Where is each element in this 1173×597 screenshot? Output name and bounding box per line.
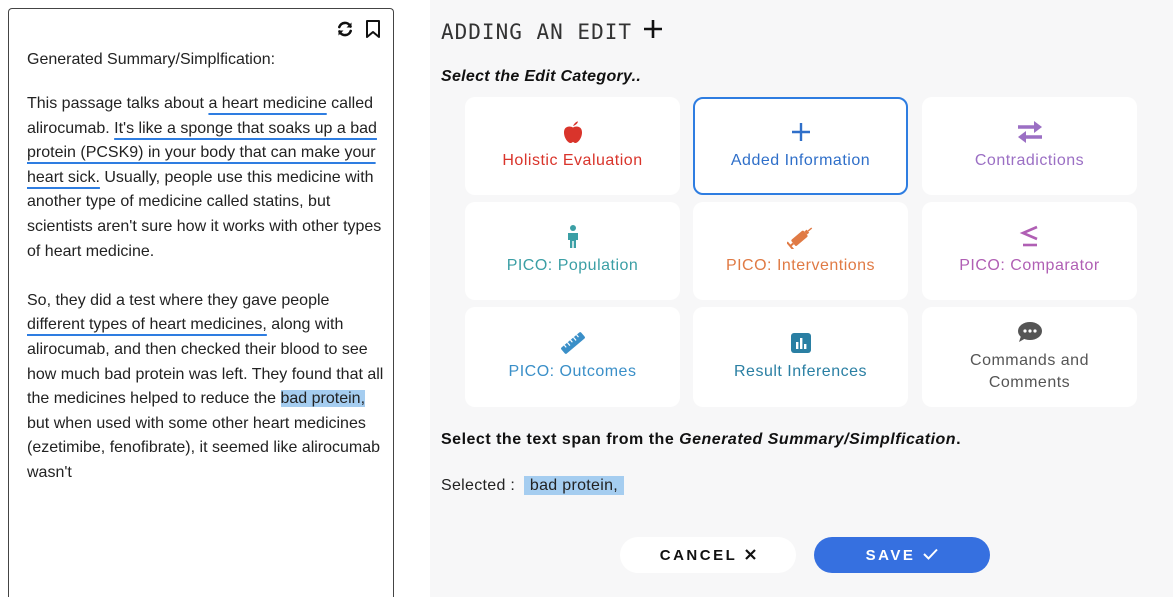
summary-paragraph[interactable]: This passage talks about a heart medicin…: [27, 92, 385, 264]
category-pico-outcomes[interactable]: PICO: Outcomes: [465, 307, 680, 407]
title-text: ADDING AN EDIT: [441, 19, 633, 44]
plus-icon: [642, 18, 664, 45]
category-label: Commands and Comments: [970, 352, 1089, 391]
category-pico-population[interactable]: PICO: Population: [465, 202, 680, 300]
less-equal-icon: [1019, 225, 1041, 249]
selected-text-highlight[interactable]: bad protein,: [280, 390, 366, 408]
save-button[interactable]: SAVE: [814, 537, 990, 573]
apple-icon: [562, 120, 584, 144]
category-result-inferences[interactable]: Result Inferences: [693, 307, 908, 407]
text-run: This passage talks about: [27, 95, 209, 112]
text-run: but when used with some other heart medi…: [27, 414, 381, 481]
comment-icon: [1017, 320, 1043, 344]
bar-chart-icon: [790, 331, 811, 355]
refresh-icon[interactable]: [335, 19, 355, 39]
category-label: PICO: Outcomes: [508, 363, 637, 380]
swap-arrows-icon: [1016, 120, 1044, 144]
close-icon: [745, 547, 757, 564]
span-prompt-text: Select the text span from the: [441, 431, 680, 448]
bookmark-icon[interactable]: [365, 19, 381, 39]
plus-icon: [790, 120, 812, 144]
person-icon: [565, 225, 581, 249]
ruler-icon: [559, 331, 587, 355]
category-label: PICO: Comparator: [959, 257, 1100, 274]
category-label: PICO: Interventions: [725, 257, 876, 274]
selected-label: Selected :: [441, 477, 516, 494]
selected-span-chip: bad protein,: [523, 476, 625, 495]
text-run: So, they did a test where they gave peop…: [27, 291, 330, 309]
category-contradictions[interactable]: Contradictions: [922, 97, 1137, 195]
category-label: Added Information: [730, 152, 871, 169]
span-prompt-text: .: [956, 431, 962, 448]
category-label: Result Inferences: [733, 363, 867, 380]
category-holistic-evaluation[interactable]: Holistic Evaluation: [465, 97, 680, 195]
edit-panel-title: ADDING AN EDIT: [441, 18, 664, 45]
category-grid: Holistic Evaluation Added Information Co…: [465, 97, 1139, 407]
edit-panel: ADDING AN EDIT Select the Edit Category.…: [430, 0, 1173, 597]
annotated-span[interactable]: a heart medicine: [208, 95, 326, 112]
cancel-button[interactable]: CANCEL: [620, 537, 796, 573]
syringe-icon: [786, 225, 815, 249]
panel-toolbar: [335, 19, 381, 39]
summary-text[interactable]: This passage talks about a heart medicin…: [27, 92, 385, 510]
category-pico-interventions[interactable]: PICO: Interventions: [693, 202, 908, 300]
summary-heading: Generated Summary/Simplfication:: [27, 51, 276, 68]
category-pico-comparator[interactable]: PICO: Comparator: [922, 202, 1137, 300]
summary-paragraph[interactable]: So, they did a test where they gave peop…: [27, 289, 385, 486]
category-added-information[interactable]: Added Information: [693, 97, 908, 195]
category-commands-and-comments[interactable]: Commands and Comments: [922, 307, 1137, 407]
annotated-span[interactable]: different types of heart medicines,: [27, 316, 267, 333]
category-label: Holistic Evaluation: [502, 152, 643, 169]
span-prompt: Select the text span from the Generated …: [441, 431, 961, 449]
category-label: PICO: Population: [506, 257, 639, 274]
selected-span-row: Selected : bad protein,: [441, 476, 625, 495]
span-prompt-emphasis: Generated Summary/Simplfication: [679, 431, 957, 448]
save-label: SAVE: [865, 546, 916, 564]
summary-panel: Generated Summary/Simplfication: This pa…: [8, 8, 394, 597]
category-label: Contradictions: [974, 152, 1085, 169]
check-icon: [923, 547, 939, 564]
cancel-label: CANCEL: [659, 546, 738, 564]
category-prompt: Select the Edit Category..: [441, 68, 642, 85]
